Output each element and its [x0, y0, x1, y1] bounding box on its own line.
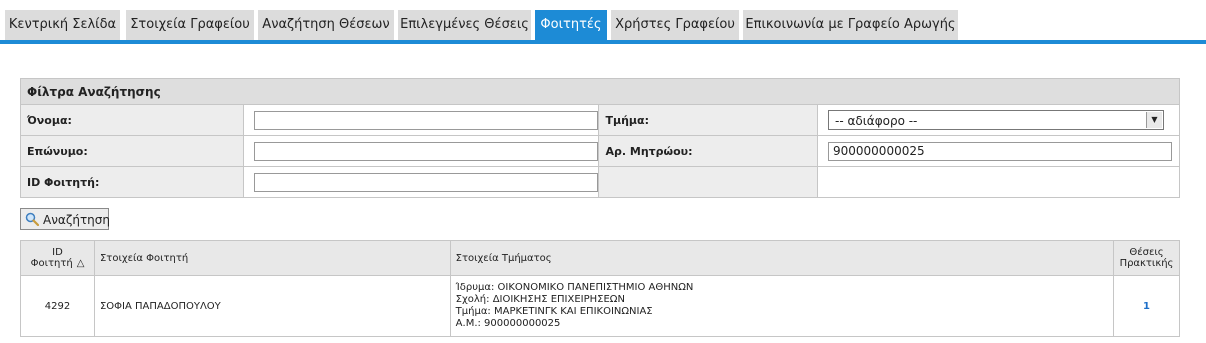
tab-bar-underline	[0, 40, 1206, 44]
filters-title: Φίλτρα Αναζήτησης	[20, 78, 1180, 105]
registry-line: Α.Μ.: 900000000025	[455, 318, 561, 329]
header-positions-line1: Θέσεις	[1129, 247, 1164, 258]
student-id-input[interactable]	[253, 172, 598, 192]
empty-field-cell	[817, 166, 1180, 198]
main-tab-bar: Κεντρική Σελίδα Στοιχεία Γραφείου Αναζήτ…	[0, 0, 1206, 40]
department-details-cell: Ίδρυμα: ΟΙΚΟΝΟΜΙΚΟ ΠΑΝΕΠΙΣΤΗΜΙΟ ΑΘΗΝΩΝ Σ…	[449, 275, 1114, 337]
registry-number-input[interactable]: 900000000025	[828, 141, 1172, 161]
header-department-details: Στοιχεία Τμήματος	[449, 240, 1114, 276]
tab-home[interactable]: Κεντρική Σελίδα	[5, 10, 120, 40]
header-id-line1: ID	[52, 247, 63, 258]
tab-search-positions[interactable]: Αναζήτηση Θέσεων	[258, 10, 394, 40]
tab-office-details[interactable]: Στοιχεία Γραφείου	[126, 10, 254, 40]
table-header-row: ID Φοιτητή △ Στοιχεία Φοιτητή Στοιχεία Τμ…	[20, 240, 1181, 276]
header-student-id[interactable]: ID Φοιτητή △	[20, 240, 95, 276]
last-name-input[interactable]	[253, 141, 598, 161]
search-button[interactable]: Αναζήτηση	[20, 208, 110, 230]
search-button-label: Αναζήτηση	[43, 213, 110, 227]
header-id-line2: Φοιτητή	[30, 258, 73, 269]
sort-ascending-icon[interactable]: △	[77, 258, 85, 269]
positions-cell: 1	[1112, 275, 1181, 337]
table-row: 4292 ΣΟΦΙΑ ΠΑΠΑΔΟΠΟΥΛΟΥ Ίδρυμα: ΟΙΚΟΝΟΜΙ…	[20, 275, 1181, 337]
header-student-details: Στοιχεία Φοιτητή	[93, 240, 451, 276]
students-results-table: ID Φοιτητή △ Στοιχεία Φοιτητή Στοιχεία Τμ…	[20, 240, 1181, 337]
dropdown-arrow-icon[interactable]: ▼	[1146, 112, 1162, 128]
department-selected-value: -- αδιάφορο --	[835, 114, 918, 128]
department-select[interactable]: -- αδιάφορο -- ▼	[828, 110, 1164, 130]
student-id-label: ID Φοιτητή:	[20, 166, 244, 198]
student-id-cell: 4292	[20, 275, 95, 337]
magnifier-icon	[25, 212, 39, 226]
search-filters-panel: Φίλτρα Αναζήτησης Όνομα: Τμήμα: -- αδιάφ…	[20, 78, 1180, 198]
header-positions-line2: Πρακτικής	[1119, 258, 1174, 269]
tab-students[interactable]: Φοιτητές	[535, 10, 607, 40]
registry-number-label: Αρ. Μητρώου:	[598, 135, 818, 167]
positions-count-link[interactable]: 1	[1143, 301, 1150, 312]
department-line: Τμήμα: ΜΑΡΚΕΤΙΝΓΚ ΚΑΙ ΕΠΙΚΟΙΝΩΝΙΑΣ	[455, 306, 653, 317]
department-label: Τμήμα:	[598, 104, 818, 136]
tab-helpdesk-contact[interactable]: Επικοινωνία με Γραφείο Αρωγής	[743, 10, 958, 40]
student-name-cell: ΣΟΦΙΑ ΠΑΠΑΔΟΠΟΥΛΟΥ	[93, 275, 451, 337]
tab-office-users[interactable]: Χρήστες Γραφείου	[611, 10, 739, 40]
school-line: Σχολή: ΔΙΟΙΚΗΣΗΣ ΕΠΙΧΕΙΡΗΣΕΩΝ	[455, 294, 625, 305]
tab-selected-positions[interactable]: Επιλεγμένες Θέσεις	[398, 10, 531, 40]
header-internship-positions: Θέσεις Πρακτικής	[1112, 240, 1181, 276]
first-name-input[interactable]	[253, 110, 598, 130]
institution-line: Ίδρυμα: ΟΙΚΟΝΟΜΙΚΟ ΠΑΝΕΠΙΣΤΗΜΙΟ ΑΘΗΝΩΝ	[455, 282, 694, 293]
empty-label-cell	[598, 166, 818, 198]
first-name-label: Όνομα:	[20, 104, 244, 136]
last-name-label: Επώνυμο:	[20, 135, 244, 167]
